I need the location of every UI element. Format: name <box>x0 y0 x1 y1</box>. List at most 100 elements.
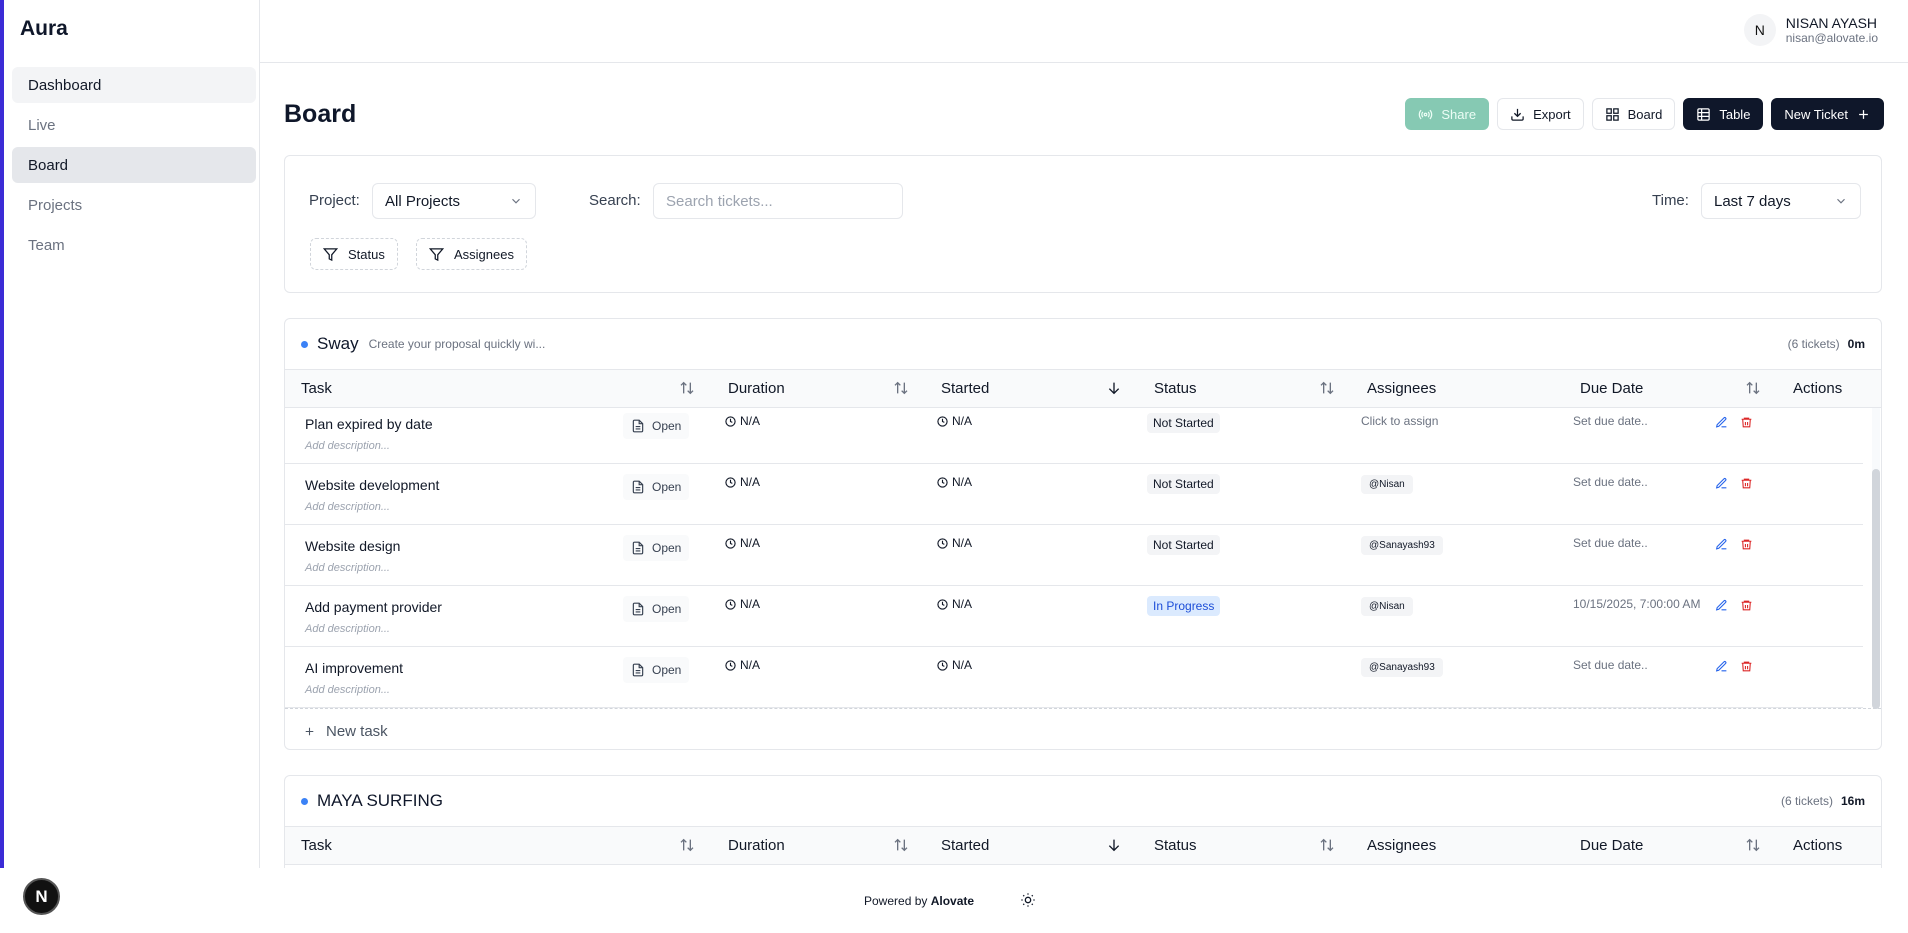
col-started[interactable]: Started <box>941 380 989 397</box>
col-duration[interactable]: Duration <box>728 380 785 397</box>
sidebar-item-live[interactable]: Live <box>12 107 256 143</box>
clock-icon <box>725 598 736 610</box>
project-select[interactable]: All Projects <box>372 183 536 219</box>
assignee-tag[interactable]: @Sanayash93 <box>1361 536 1443 555</box>
task-title[interactable]: Add payment provider <box>305 599 442 615</box>
project-select-value: All Projects <box>385 192 461 210</box>
due-date[interactable]: Set due date.. <box>1573 536 1648 550</box>
task-title[interactable]: Website development <box>305 477 439 493</box>
assignee-tag[interactable]: @Sanayash93 <box>1361 658 1443 677</box>
powered-brand[interactable]: Alovate <box>931 894 974 908</box>
status-badge[interactable]: Not Started <box>1147 413 1220 433</box>
dev-tools-badge[interactable]: N <box>23 878 60 915</box>
trash-icon[interactable] <box>1740 660 1753 673</box>
time-select[interactable]: Last 7 days <box>1701 183 1861 219</box>
table-header: Task Duration Started Status Assignees D… <box>285 827 1881 865</box>
scrollbar-thumb[interactable] <box>1872 469 1880 709</box>
assignees-filter-chip[interactable]: Assignees <box>416 238 527 270</box>
started-value: N/A <box>952 536 973 550</box>
trash-icon[interactable] <box>1740 599 1753 612</box>
document-icon <box>632 663 644 677</box>
user-menu[interactable]: N NISAN AYASH nisan@alovate.io <box>1743 14 1878 46</box>
sort-icon[interactable] <box>679 837 695 853</box>
col-due-date[interactable]: Due Date <box>1580 837 1643 854</box>
open-task-button[interactable]: Open <box>623 657 690 683</box>
task-description[interactable]: Add description... <box>305 440 390 452</box>
task-title[interactable]: Plan expired by date <box>305 416 433 432</box>
group-header[interactable]: Sway Create your proposal quickly wi... … <box>285 319 1881 370</box>
col-started[interactable]: Started <box>941 837 989 854</box>
sort-icon[interactable] <box>1745 837 1761 853</box>
assignee-tag[interactable]: @Nisan <box>1361 597 1413 616</box>
open-task-button[interactable]: Open <box>623 535 690 561</box>
sun-icon[interactable] <box>1020 892 1036 908</box>
trash-icon[interactable] <box>1740 538 1753 551</box>
status-badge[interactable]: Not Started <box>1147 535 1220 555</box>
table-row[interactable]: Add payment provider Add description... … <box>285 585 1863 647</box>
group-header[interactable]: MAYA SURFING (6 tickets) 16m <box>285 776 1881 827</box>
sidebar-item-dashboard[interactable]: Dashboard <box>12 67 256 103</box>
due-date[interactable]: Set due date.. <box>1573 658 1648 672</box>
sort-icon[interactable] <box>679 380 695 396</box>
task-title[interactable]: AI improvement <box>305 660 403 676</box>
col-status[interactable]: Status <box>1154 380 1197 397</box>
trash-icon[interactable] <box>1740 477 1753 490</box>
status-badge[interactable]: In Progress <box>1147 596 1221 616</box>
clock-icon <box>937 598 948 610</box>
task-description[interactable]: Add description... <box>305 501 390 513</box>
task-description[interactable]: Add description... <box>305 623 390 635</box>
task-description[interactable]: Add description... <box>305 562 390 574</box>
export-button[interactable]: Export <box>1497 98 1584 130</box>
due-date[interactable]: Set due date.. <box>1573 475 1648 489</box>
sort-icon[interactable] <box>1319 380 1335 396</box>
col-status[interactable]: Status <box>1154 837 1197 854</box>
trash-icon[interactable] <box>1740 416 1753 429</box>
col-duration[interactable]: Duration <box>728 837 785 854</box>
time-label: Time: <box>1652 192 1689 209</box>
task-title[interactable]: Website design <box>305 538 400 554</box>
status-filter-chip[interactable]: Status <box>310 238 398 270</box>
table-row[interactable]: Website development Add description... O… <box>285 463 1863 525</box>
edit-icon[interactable] <box>1715 416 1728 429</box>
user-name: NISAN AYASH <box>1785 15 1878 31</box>
assignee-tag[interactable]: @Nisan <box>1361 475 1413 494</box>
group-meta: (6 tickets) 0m <box>1788 337 1865 351</box>
open-task-button[interactable]: Open <box>623 596 690 622</box>
table-icon <box>1697 107 1711 121</box>
sidebar-item-team[interactable]: Team <box>12 227 256 263</box>
arrow-down-icon[interactable] <box>1106 380 1122 396</box>
table-view-button[interactable]: Table <box>1683 98 1764 130</box>
edit-icon[interactable] <box>1715 477 1728 490</box>
open-task-button[interactable]: Open <box>623 474 690 500</box>
col-task[interactable]: Task <box>301 837 332 854</box>
edit-icon[interactable] <box>1715 538 1728 551</box>
edit-icon[interactable] <box>1715 599 1728 612</box>
search-input[interactable]: Search tickets... <box>653 183 903 219</box>
table-row[interactable]: Plan expired by date Add description... … <box>285 408 1863 464</box>
sort-icon[interactable] <box>1745 380 1761 396</box>
share-button[interactable]: Share <box>1405 98 1490 130</box>
sort-icon[interactable] <box>893 837 909 853</box>
col-task[interactable]: Task <box>301 380 332 397</box>
assign-link[interactable]: Click to assign <box>1361 414 1438 428</box>
new-ticket-button[interactable]: New Ticket <box>1771 98 1884 130</box>
powered-prefix: Powered by <box>864 894 928 908</box>
sort-icon[interactable] <box>893 380 909 396</box>
open-task-button[interactable]: Open <box>623 413 690 439</box>
sidebar-item-board[interactable]: Board <box>12 147 256 183</box>
table-row[interactable]: Website design Add description... Open N… <box>285 524 1863 586</box>
document-icon <box>632 480 644 494</box>
sidebar-item-projects[interactable]: Projects <box>12 187 256 223</box>
board-view-button[interactable]: Board <box>1591 98 1676 130</box>
status-badge[interactable]: Not Started <box>1147 474 1220 494</box>
table-row[interactable]: AI improvement Add description... Open N… <box>285 646 1863 708</box>
new-task-button[interactable]: New task <box>285 708 1881 749</box>
arrow-down-icon[interactable] <box>1106 837 1122 853</box>
task-description[interactable]: Add description... <box>305 684 390 696</box>
edit-icon[interactable] <box>1715 660 1728 673</box>
due-date[interactable]: Set due date.. <box>1573 414 1648 428</box>
filter-icon <box>429 247 444 261</box>
sort-icon[interactable] <box>1319 837 1335 853</box>
col-due-date[interactable]: Due Date <box>1580 380 1643 397</box>
due-date[interactable]: 10/15/2025, 7:00:00 AM <box>1573 597 1700 611</box>
